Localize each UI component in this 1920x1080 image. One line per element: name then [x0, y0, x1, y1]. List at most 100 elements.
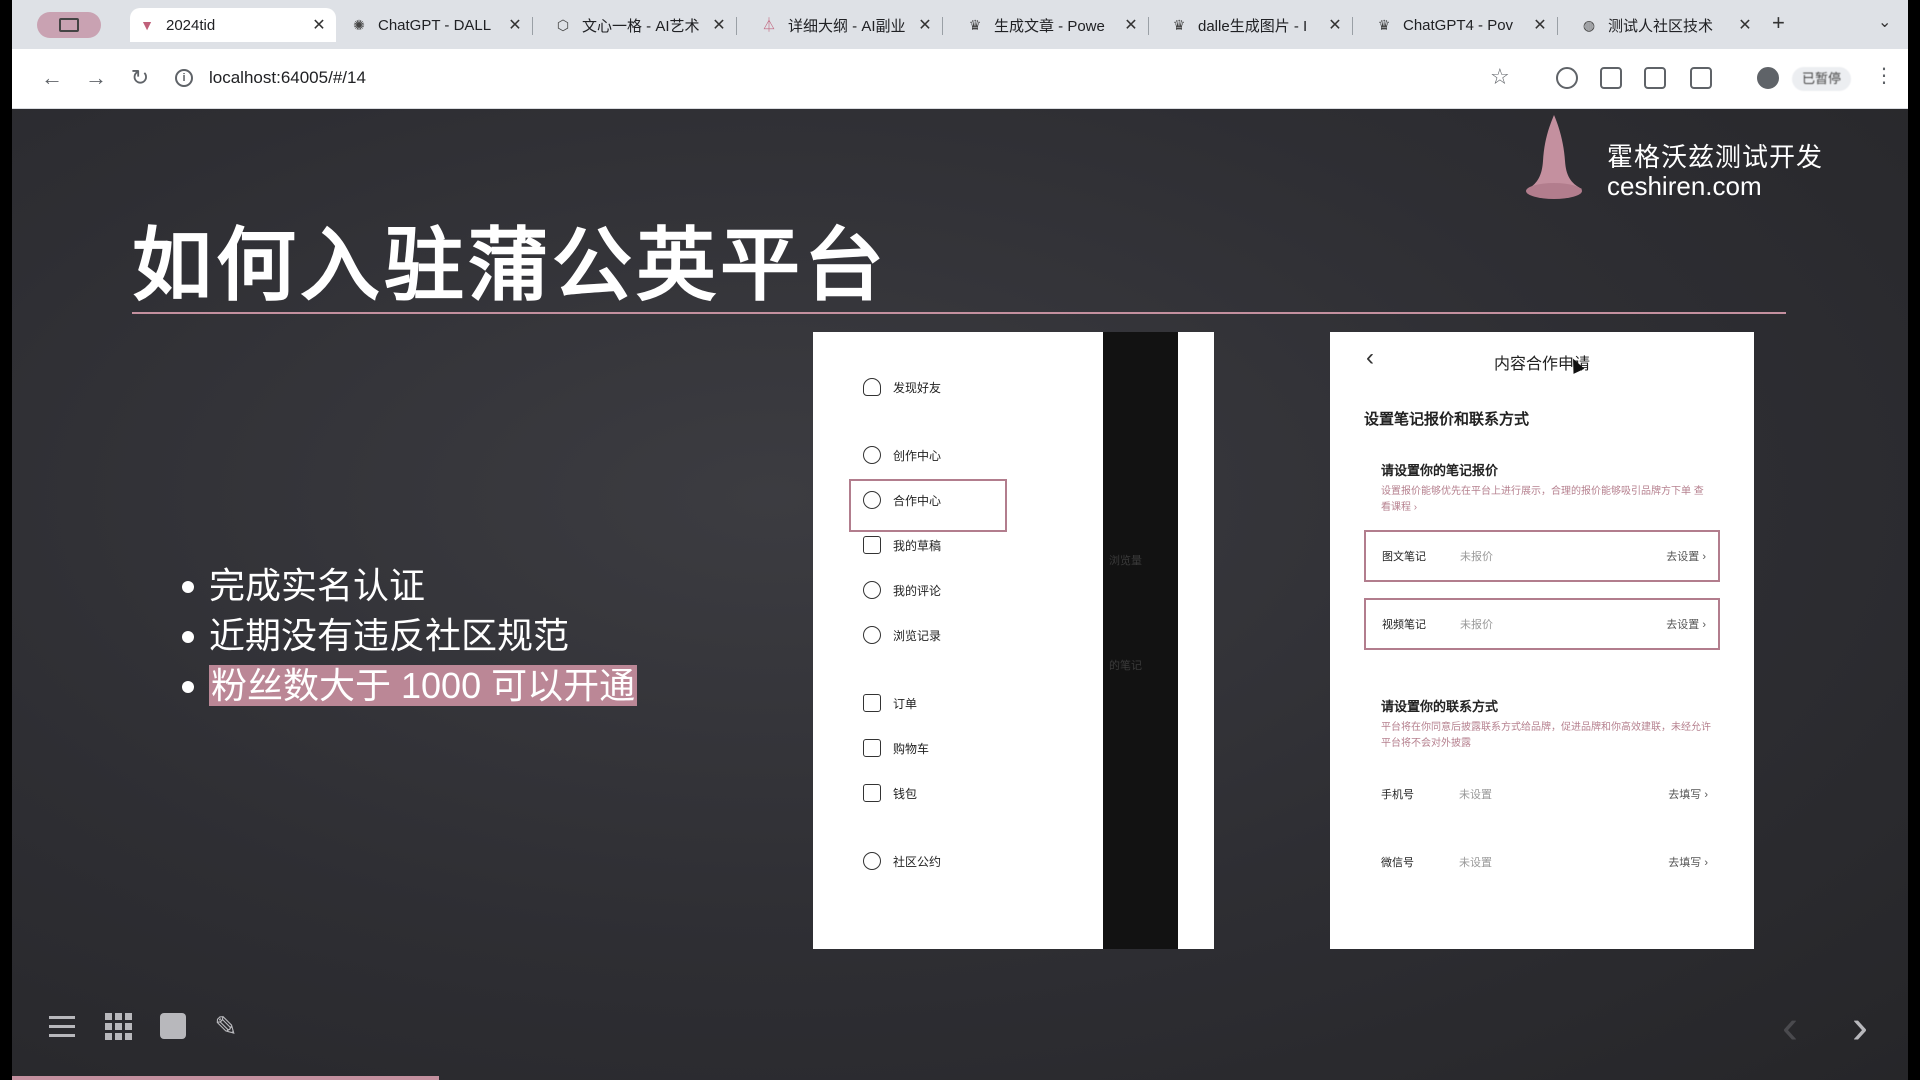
tab-search-button[interactable] [37, 12, 101, 38]
tab-chatgpt4[interactable]: ♛ ChatGPT4 - Pov ✕ [1367, 8, 1558, 42]
cart-icon [863, 739, 881, 757]
section-heading: 设置笔记报价和联系方式 [1364, 411, 1530, 428]
window-icon [59, 18, 79, 32]
row-value: 未报价 [1460, 619, 1493, 631]
bulb-icon [863, 446, 881, 464]
highlighted-bullet-text: 粉丝数大于 1000 可以开通 [209, 665, 638, 706]
menu-item-label: 创作中心 [893, 448, 942, 463]
screen-title: 内容合作申请 [1493, 356, 1590, 373]
tab-outline[interactable]: ⏃ 详细大纲 - AI副业 ✕ [752, 8, 943, 42]
menu-item-label: 我的评论 [893, 583, 942, 598]
notes-icon[interactable] [157, 1010, 189, 1042]
bookmark-star-icon[interactable]: ☆ [1490, 64, 1510, 90]
tab-title: ChatGPT - DALL [378, 16, 492, 34]
price-row-image-note: 图文笔记 未报价 去设置 › [1364, 530, 1720, 582]
address-bar[interactable]: localhost:64005/#/14 [209, 68, 366, 88]
pencil-icon[interactable]: ✎ [210, 1010, 242, 1042]
bullet-item: 完成实名认证 [182, 561, 637, 611]
profile-status-button[interactable]: 已暂停 [1792, 67, 1852, 91]
price-heading: 请设置你的笔记报价 [1381, 463, 1499, 478]
reload-icon[interactable]: ↻ [126, 65, 154, 91]
slide-menu-icon[interactable] [46, 1010, 78, 1042]
extensions-puzzle-icon[interactable] [1690, 67, 1712, 89]
extension-icon[interactable] [1556, 67, 1578, 89]
close-tab-icon[interactable]: ✕ [1326, 15, 1344, 35]
menu-item-label: 钱包 [893, 786, 918, 801]
tab-dalle-image[interactable]: ♛ dalle生成图片 - I ✕ [1162, 8, 1353, 42]
row-action: 去设置 › [1666, 551, 1706, 563]
slide-title: 如何入驻蒲公英平台 [132, 221, 888, 310]
tab-list-chevron-icon[interactable]: ⌄ [1878, 12, 1891, 32]
globe-icon: ◍ [1582, 16, 1596, 33]
prev-slide-chevron-icon[interactable]: ‹ [1782, 1000, 1798, 1055]
menu-item-cart: 购物车 [863, 739, 929, 757]
tab-chatgpt-dall[interactable]: ✺ ChatGPT - DALL ✕ [342, 8, 533, 42]
wizard-hat-logo-icon [1526, 115, 1582, 199]
tab-ceshiren[interactable]: ◍ 测试人社区技术 ✕ [1572, 8, 1762, 42]
forward-arrow-icon[interactable]: → [82, 65, 110, 91]
tab-title: 测试人社区技术 [1608, 17, 1714, 35]
tab-generate-article[interactable]: ♛ 生成文章 - Powe ✕ [958, 8, 1149, 42]
row-action: 去设置 › [1666, 619, 1706, 631]
person-add-icon [863, 378, 881, 396]
tab-separator [942, 17, 943, 35]
tab-wenxin[interactable]: ⬡ 文心一格 - AI艺术 ✕ [546, 8, 737, 42]
tab-title: 详细大纲 - AI副业 [788, 17, 906, 35]
row-label: 微信号 [1381, 857, 1414, 869]
close-tab-icon[interactable]: ✕ [1736, 15, 1754, 35]
ghost-text: 的笔记 [1109, 660, 1142, 672]
menu-item-label: 合作中心 [893, 493, 942, 508]
brand-domain: ceshiren.com [1607, 171, 1762, 201]
row-action: 去填写 › [1668, 857, 1708, 869]
menu-item-label: 订单 [893, 696, 918, 711]
close-tab-icon[interactable]: ✕ [310, 15, 328, 35]
row-label: 视频笔记 [1382, 619, 1426, 631]
close-tab-icon[interactable]: ✕ [506, 15, 524, 35]
close-tab-icon[interactable]: ✕ [710, 15, 728, 35]
brand-name-cn: 霍格沃兹测试开发 [1607, 142, 1824, 172]
extension-icon[interactable] [1600, 67, 1622, 89]
next-slide-chevron-icon[interactable]: › [1852, 1000, 1868, 1055]
menu-item-creator-center: 创作中心 [863, 446, 941, 464]
more-menu-icon[interactable]: ⋮ [1874, 63, 1894, 88]
slide-progress-bar [12, 1076, 439, 1080]
crown-icon: ♛ [1377, 16, 1391, 33]
avatar[interactable] [1757, 67, 1779, 89]
tab-2024tid[interactable]: ▼ 2024tid ✕ [130, 8, 336, 42]
menu-item-wallet: 钱包 [863, 784, 917, 802]
row-label: 手机号 [1381, 789, 1414, 801]
menu-item-label: 发现好友 [893, 380, 942, 395]
new-tab-button[interactable]: + [1772, 10, 1785, 36]
menu-item-history: 浏览记录 [863, 626, 941, 644]
menu-item-cooperation-center: 合作中心 [863, 491, 941, 509]
tab-separator [532, 17, 533, 35]
tab-separator [736, 17, 737, 35]
back-arrow-icon[interactable]: ← [38, 65, 66, 91]
row-label: 图文笔记 [1382, 551, 1426, 563]
crown-icon: ♛ [1172, 16, 1186, 33]
sprout-icon [863, 852, 881, 870]
app-background-strip: 浏览量 的笔记 [1103, 332, 1178, 949]
browser-window: ▼ 2024tid ✕ ✺ ChatGPT - DALL ✕ ⬡ 文心一格 - … [12, 0, 1908, 1080]
bullet-item: 近期没有违反社区规范 [182, 611, 637, 661]
crown-icon: ♛ [968, 16, 982, 33]
tab-title: ChatGPT4 - Pov [1403, 16, 1514, 34]
close-tab-icon[interactable]: ✕ [1122, 15, 1140, 35]
close-tab-icon[interactable]: ✕ [916, 15, 934, 35]
contact-row-phone: 手机号 未设置 去填写 › [1364, 774, 1720, 814]
price-row-video-note: 视频笔记 未报价 去设置 › [1364, 598, 1720, 650]
menu-item-comments: 我的评论 [863, 581, 941, 599]
menu-item-label: 社区公约 [893, 854, 942, 869]
menu-item-find-friends: 发现好友 [863, 378, 941, 396]
slide-overview-grid-icon[interactable] [102, 1010, 134, 1042]
flask-icon: ⏃ [762, 17, 776, 33]
tab-separator [1148, 17, 1149, 35]
draft-box-icon [863, 536, 881, 554]
close-tab-icon[interactable]: ✕ [1531, 15, 1549, 35]
tab-title: 生成文章 - Powe [994, 17, 1105, 35]
extension-icon[interactable] [1644, 67, 1666, 89]
contact-row-wechat: 微信号 未设置 去填写 › [1364, 842, 1720, 882]
site-info-icon[interactable]: i [175, 69, 193, 87]
gitlab-fox-icon: ▼ [140, 17, 154, 33]
clock-icon [863, 626, 881, 644]
